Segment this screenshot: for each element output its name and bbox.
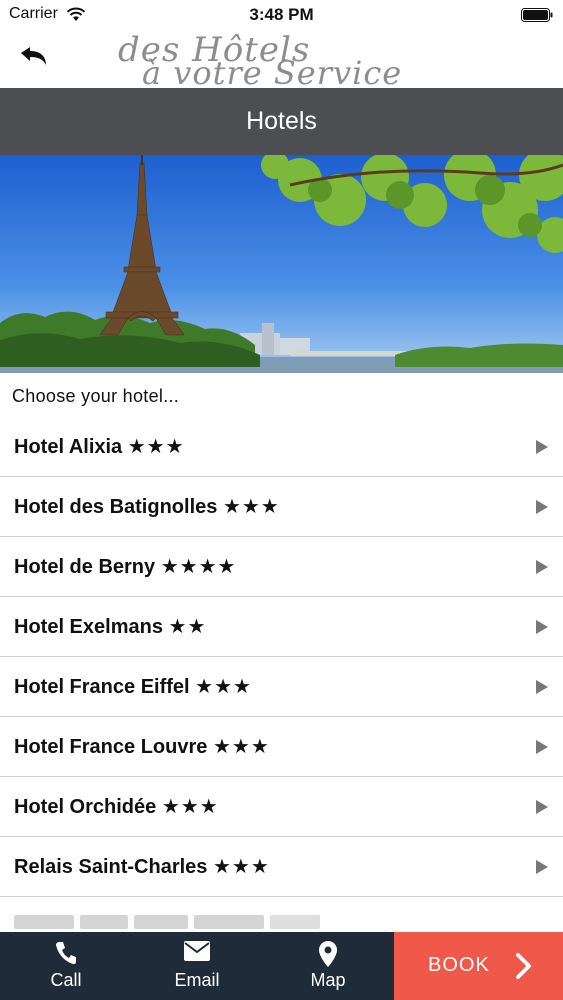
chevron-right-icon bbox=[536, 800, 548, 814]
hotel-name: Hotel Exelmans ★★ bbox=[14, 616, 207, 638]
chevron-right-icon bbox=[536, 560, 548, 574]
hotel-name: Hotel Orchidée ★★★ bbox=[14, 796, 219, 818]
book-button[interactable]: BOOK bbox=[394, 932, 563, 1000]
choose-hotel-text: Choose your hotel... bbox=[12, 386, 180, 406]
hotel-stars: ★★★ bbox=[222, 496, 280, 518]
hotel-stars: ★★★ bbox=[127, 436, 185, 458]
book-label: BOOK bbox=[428, 954, 490, 976]
chevron-right-icon bbox=[536, 500, 548, 514]
hotel-list-item[interactable]: Hotel de Berny ★★★★ bbox=[0, 537, 563, 597]
hotel-list-item-partial[interactable] bbox=[0, 897, 563, 933]
hotel-name: Hotel France Eiffel ★★★ bbox=[14, 676, 252, 698]
status-time: 3:48 PM bbox=[249, 5, 314, 24]
hotel-stars: ★★★ bbox=[195, 676, 252, 698]
chevron-right-icon bbox=[536, 440, 548, 454]
hotel-name: Hotel Alixia ★★★ bbox=[14, 436, 185, 458]
chevron-right-icon bbox=[536, 860, 548, 874]
title-bar: Hotels bbox=[0, 88, 563, 155]
phone-icon bbox=[56, 942, 76, 965]
chevron-right-icon bbox=[536, 740, 548, 754]
envelope-icon bbox=[184, 941, 210, 961]
back-icon[interactable] bbox=[16, 44, 50, 70]
hotel-name: Hotel de Berny ★★★★ bbox=[14, 556, 237, 578]
hotel-list-item[interactable]: Hotel Exelmans ★★ bbox=[0, 597, 563, 657]
status-bar: Carrier 3:48 PM bbox=[0, 0, 563, 30]
chevron-right-icon bbox=[516, 953, 531, 979]
logo-header: des Hôtels à votre Service bbox=[0, 30, 563, 92]
page-title: Hotels bbox=[246, 107, 317, 135]
hotel-stars: ★★ bbox=[168, 616, 207, 638]
logo-subtext: à votre Service bbox=[142, 54, 403, 92]
email-tab[interactable]: Email bbox=[132, 932, 262, 1000]
hotel-name: Relais Saint-Charles ★★★ bbox=[14, 856, 270, 878]
map-tab[interactable]: Map bbox=[262, 932, 394, 1000]
chevron-right-icon bbox=[536, 620, 548, 634]
hotel-list-item[interactable]: Hotel Alixia ★★★ bbox=[0, 417, 563, 477]
partial-row-text-fragment bbox=[14, 915, 320, 929]
hotel-list-item[interactable]: Hotel France Louvre ★★★ bbox=[0, 717, 563, 777]
map-pin-icon bbox=[319, 941, 337, 967]
hotel-list-item[interactable]: Hotel France Eiffel ★★★ bbox=[0, 657, 563, 717]
email-label: Email bbox=[174, 970, 220, 990]
hotel-name: Hotel des Batignolles ★★★ bbox=[14, 496, 280, 518]
hotel-list-item[interactable]: Hotel des Batignolles ★★★ bbox=[0, 477, 563, 537]
call-tab[interactable]: Call bbox=[0, 932, 132, 1000]
hero-image bbox=[0, 155, 563, 373]
hotel-stars: ★★★ bbox=[212, 736, 270, 758]
hotel-list-item[interactable]: Relais Saint-Charles ★★★ bbox=[0, 837, 563, 897]
hotel-stars: ★★★★ bbox=[160, 556, 237, 578]
map-label: Map bbox=[310, 970, 346, 990]
hotel-list: Hotel Alixia ★★★ Hotel des Batignolles ★… bbox=[0, 417, 563, 897]
hotel-list-item[interactable]: Hotel Orchidée ★★★ bbox=[0, 777, 563, 837]
bottom-tab-bar: Call Email Map BOOK bbox=[0, 932, 563, 1000]
call-label: Call bbox=[50, 970, 82, 990]
hotel-stars: ★★★ bbox=[212, 856, 270, 878]
hotel-stars: ★★★ bbox=[161, 796, 219, 818]
battery-icon bbox=[521, 8, 553, 22]
hotel-name: Hotel France Louvre ★★★ bbox=[14, 736, 270, 758]
chevron-right-icon bbox=[536, 680, 548, 694]
